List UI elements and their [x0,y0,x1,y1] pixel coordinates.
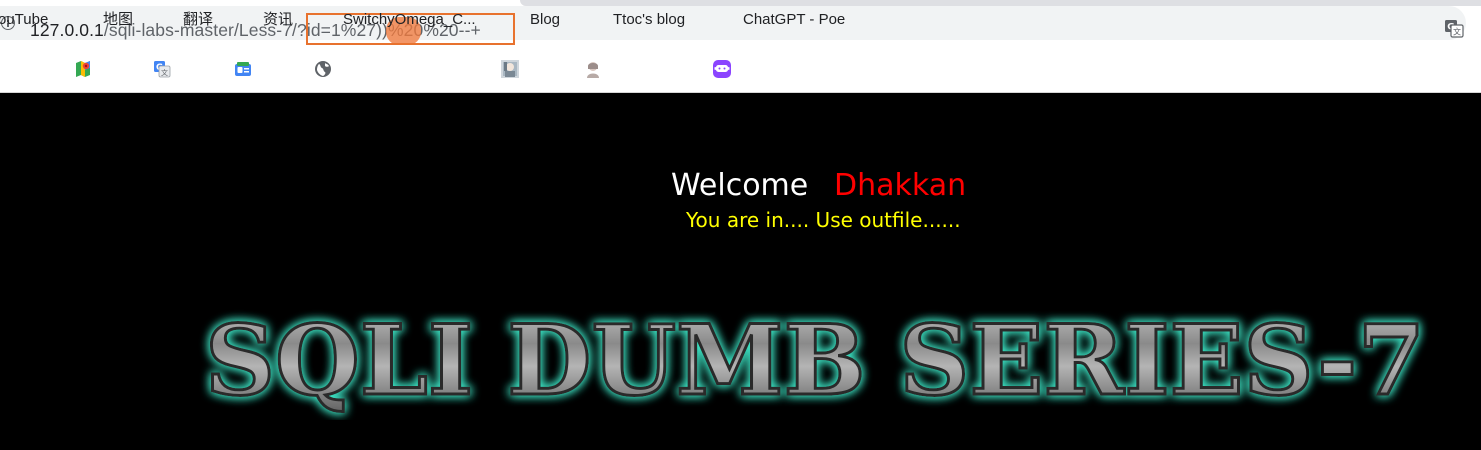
bookmark-chatgpt-poe[interactable]: ChatGPT - Poe [743,9,845,31]
series-title-text: SQLI DUMB SERIES-7 [205,304,1425,417]
bookmark-maps[interactable]: 地图 [103,9,133,31]
globe-icon [315,61,331,77]
poe-icon [713,60,731,78]
welcome-username: Dhakkan [834,168,967,203]
bookmark-switchyomega[interactable]: SwitchyOmega_C... [343,9,476,31]
bookmark-blog[interactable]: Blog [530,9,560,31]
page-translate-icon[interactable]: G 文 [1444,19,1464,38]
bookmark-label: Ttoc's blog [613,11,686,28]
bookmark-ttoc-blog[interactable]: Ttoc's blog [613,9,685,31]
news-icon [235,62,251,76]
bookmark-youtube[interactable]: ouTube [0,9,48,31]
bookmark-label: 翻译 [183,11,214,28]
bookmark-label: 地图 [103,11,134,28]
bookmark-news[interactable]: 资讯 [263,9,293,31]
bookmark-translate[interactable]: 翻译 [183,9,213,31]
bookmark-label: 资讯 [263,11,294,28]
bookmark-label: ouTube [0,11,49,28]
blog-avatar-icon [501,60,519,78]
svg-text:文: 文 [1453,27,1461,37]
result-message: You are in.... Use outfile...... [686,208,961,232]
svg-text:文: 文 [161,68,168,77]
bookmark-label: ChatGPT - Poe [743,11,846,28]
translate-bookmark-icon: G 文 [154,61,171,78]
bookmarks-bar [0,52,1481,93]
series-title-banner: SQLI DUMB SERIES-7 [204,304,1427,419]
avatar-icon [584,60,602,78]
maps-icon [76,61,90,77]
welcome-label: Welcome [671,168,809,203]
bookmark-label: Blog [530,11,561,28]
bookmark-label: SwitchyOmega_C... [343,11,476,28]
